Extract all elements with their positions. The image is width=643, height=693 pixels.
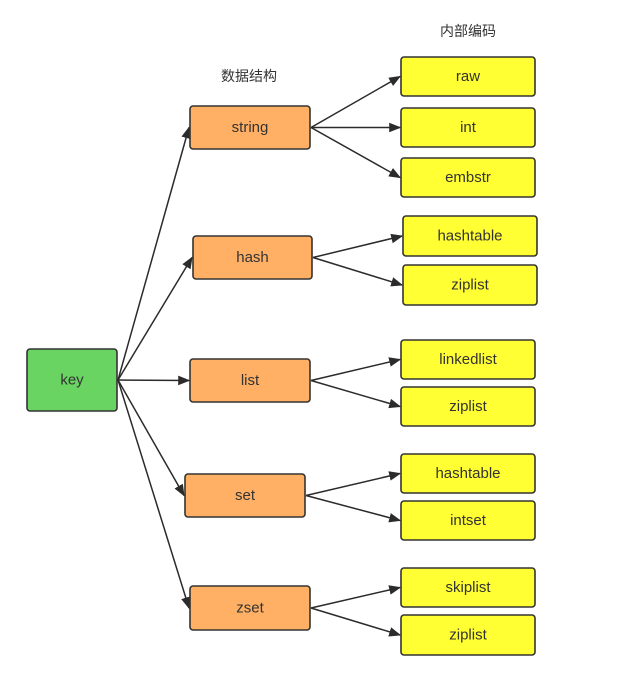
encoding-node-hash-hashtable-label: hashtable xyxy=(437,228,502,245)
edge-key-to-zset xyxy=(117,379,191,610)
edges xyxy=(117,75,404,637)
encoding-node-zset-ziplist: ziplist xyxy=(400,614,536,656)
redis-type-encoding-diagram: 数据结构 内部编码 key string raw int embstr hash hasht… xyxy=(26,24,538,656)
encoding-node-hash-ziplist-label: ziplist xyxy=(451,277,489,294)
encoding-node-set-hashtable: hashtable xyxy=(400,453,536,494)
structure-node-set: set xyxy=(184,473,306,518)
structure-node-set-label: set xyxy=(235,487,256,504)
encoding-node-string-embstr: embstr xyxy=(400,157,536,198)
encoding-node-zset-skiplist: skiplist xyxy=(400,567,536,608)
structure-node-hash-label: hash xyxy=(236,249,269,266)
structure-node-hash: hash xyxy=(192,235,313,280)
edge-key-to-string xyxy=(117,126,191,381)
edge-key-to-set xyxy=(117,379,185,497)
structure-node-zset: zset xyxy=(189,585,311,631)
encoding-node-list-ziplist-label: ziplist xyxy=(449,398,487,415)
edge-string-to-raw xyxy=(310,75,402,129)
edge-set-to-intset xyxy=(305,494,402,523)
encoding-node-hash-ziplist: ziplist xyxy=(402,264,538,306)
key-node: key xyxy=(26,348,118,412)
encoding-node-string-raw-label: raw xyxy=(456,68,480,85)
encoding-node-zset-skiplist-label: skiplist xyxy=(445,579,491,596)
edge-string-to-embstr xyxy=(310,126,402,179)
edge-zset-to-ziplist xyxy=(310,607,402,637)
encoding-node-list-ziplist: ziplist xyxy=(400,386,536,427)
structure-node-list: list xyxy=(189,358,311,403)
nodes: key string raw int embstr hash hashtable ziplis… xyxy=(26,56,538,656)
edge-key-to-list xyxy=(117,375,191,386)
structure-node-list-label: list xyxy=(241,372,260,389)
encoding-node-string-raw: raw xyxy=(400,56,536,97)
encoding-node-list-linkedlist: linkedlist xyxy=(400,339,536,380)
encoding-node-set-intset: intset xyxy=(400,500,536,541)
encoding-node-string-int-label: int xyxy=(460,119,477,136)
edge-list-to-linkedlist xyxy=(310,357,402,382)
edge-zset-to-skiplist xyxy=(310,585,402,609)
edge-set-to-hashtable xyxy=(305,471,402,497)
encoding-node-set-intset-label: intset xyxy=(450,512,487,529)
encoding-node-list-linkedlist-label: linkedlist xyxy=(439,351,497,368)
encoding-node-zset-ziplist-label: ziplist xyxy=(449,627,487,644)
encoding-node-string-embstr-label: embstr xyxy=(445,169,491,186)
encoding-node-hash-hashtable: hashtable xyxy=(402,215,538,257)
encoding-node-string-int: int xyxy=(400,107,536,148)
structure-node-zset-label: zset xyxy=(236,600,264,617)
structure-node-string: string xyxy=(189,105,311,150)
header-data-structure: 数据结构 xyxy=(221,69,277,85)
edge-list-to-ziplist xyxy=(310,379,402,409)
encoding-node-set-hashtable-label: hashtable xyxy=(435,465,500,482)
edge-hash-to-ziplist xyxy=(312,256,404,287)
edge-hash-to-hashtable xyxy=(312,233,404,259)
key-node-label: key xyxy=(60,372,84,389)
edge-key-to-hash xyxy=(117,256,193,381)
structure-node-string-label: string xyxy=(232,119,269,136)
header-internal-encoding: 内部编码 xyxy=(440,24,496,40)
